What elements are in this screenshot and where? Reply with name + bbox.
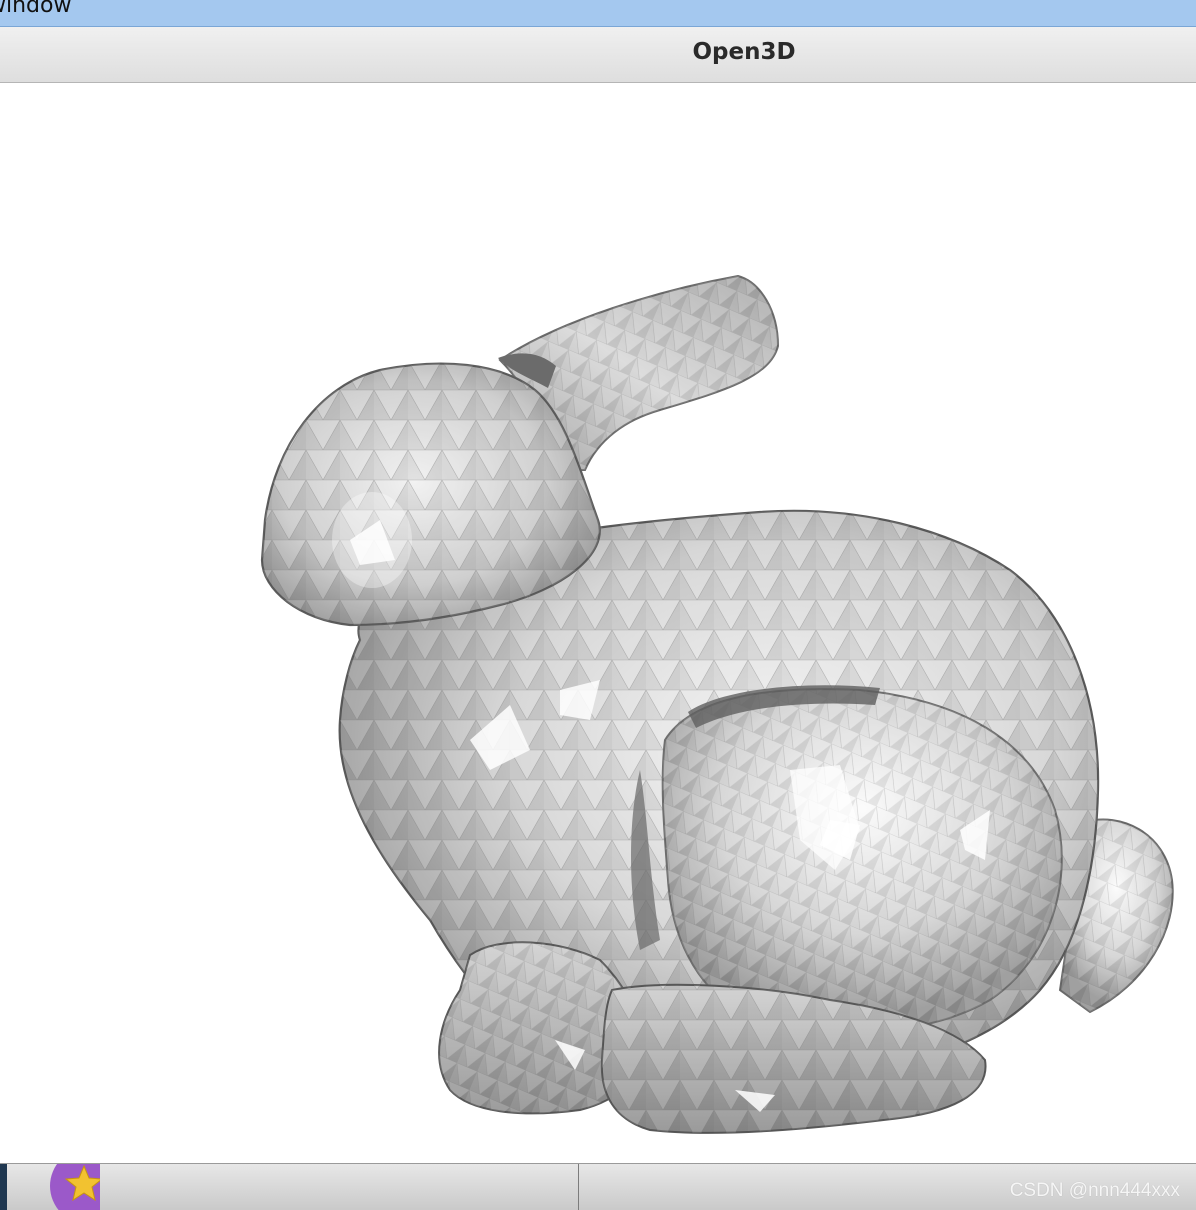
taskbar-divider <box>578 1164 579 1210</box>
mesh-render <box>260 274 1174 1134</box>
taskbar: CSDN @nnn444xxx <box>0 1163 1196 1210</box>
window-title: Open3D <box>692 39 796 65</box>
screen: window Open3D <box>0 0 1196 1210</box>
outer-window-label: window <box>0 0 72 18</box>
outer-window-titlebar[interactable]: window <box>0 0 1196 27</box>
app-titlebar[interactable]: Open3D <box>0 27 1196 83</box>
3d-viewport[interactable] <box>0 83 1196 1163</box>
star-icon[interactable] <box>50 1164 126 1210</box>
watermark: CSDN @nnn444xxx <box>1009 1180 1180 1201</box>
taskbar-edge <box>0 1164 7 1210</box>
